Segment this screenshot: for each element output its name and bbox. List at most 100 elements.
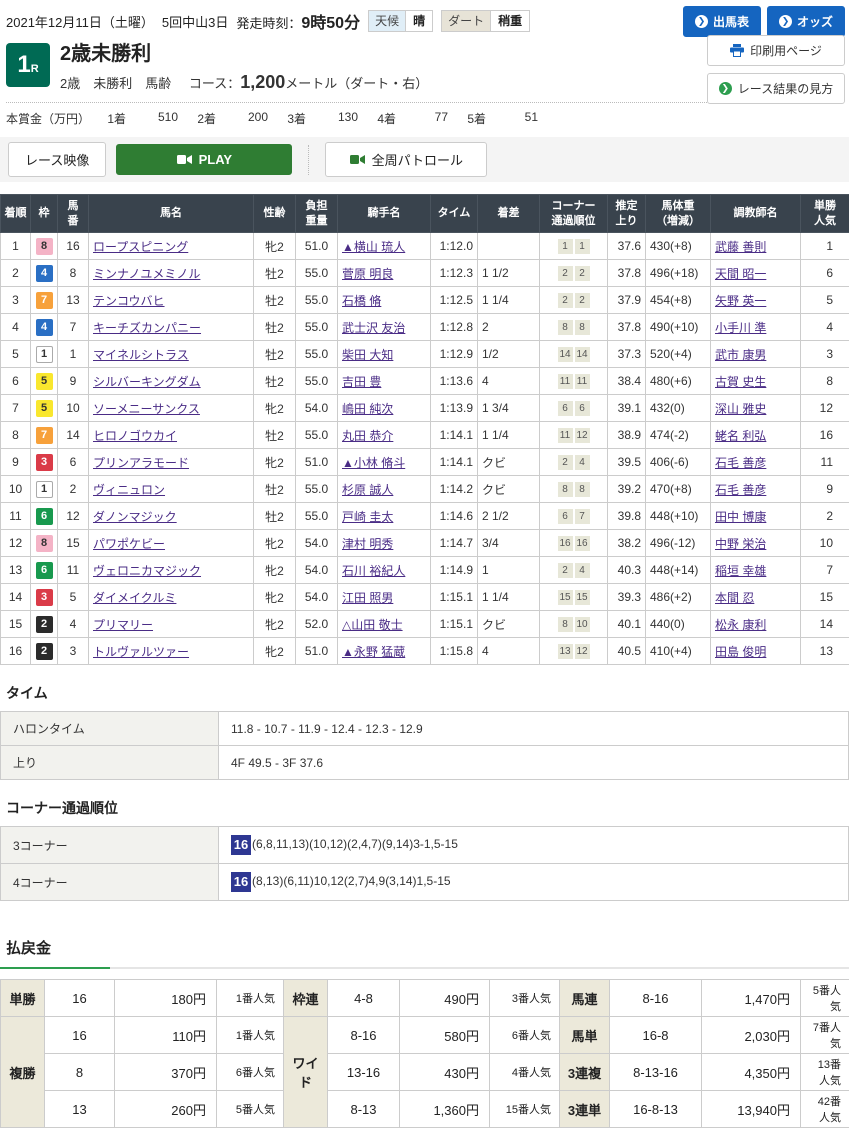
trainer-link[interactable]: 本間 忍 — [715, 591, 754, 605]
play-button[interactable]: PLAY — [116, 144, 292, 175]
finish-position: 2 — [1, 260, 31, 287]
jockey-link[interactable]: 戸崎 圭太 — [342, 510, 393, 524]
patrol-video-button[interactable]: 全周パトロール — [325, 142, 487, 177]
frame-number: 3 — [36, 454, 53, 471]
payout-table: 単勝16180円1番人気枠連4-8490円3番人気馬連8-161,470円5番人… — [0, 979, 849, 1128]
horse-name-link[interactable]: テンコウバヒ — [93, 294, 165, 308]
jockey-link[interactable]: △山田 敬士 — [342, 618, 403, 632]
result-row: 659シルバーキングダム牡255.0吉田 豊1:13.64111138.4480… — [1, 368, 849, 395]
horse-name-link[interactable]: ヴェロニカマジック — [93, 564, 201, 578]
horse-number: 2 — [58, 476, 89, 503]
horse-name-link[interactable]: プリマリー — [93, 618, 153, 632]
print-page-button[interactable]: 印刷用ページ — [707, 35, 845, 66]
corner-position: 2 — [558, 293, 573, 308]
column-header: 推定 上り — [608, 195, 646, 233]
horse-name-link[interactable]: ダノンマジック — [93, 510, 177, 524]
horse-name-link[interactable]: ダイメイクルミ — [93, 591, 176, 605]
camera-icon — [177, 154, 192, 165]
trainer-link[interactable]: 武市 康男 — [715, 348, 766, 362]
horse-name-link[interactable]: パワポケビー — [93, 537, 165, 551]
body-weight: 448(+14) — [646, 557, 711, 584]
finish-time: 1:14.1 — [431, 449, 478, 476]
last-3f: 37.8 — [608, 260, 646, 287]
frame-cell: 3 — [31, 449, 58, 476]
leader-horse-number: 16 — [231, 872, 251, 892]
horse-name-link[interactable]: ソーメニーサンクス — [93, 402, 200, 416]
jockey-link[interactable]: 石川 裕紀人 — [342, 564, 405, 578]
jockey-link[interactable]: 武士沢 友治 — [342, 321, 405, 335]
horse-name-link[interactable]: ロープスピニング — [93, 240, 188, 254]
corner-positions: 66 — [540, 395, 608, 422]
jockey-link[interactable]: 杉原 誠人 — [342, 483, 393, 497]
trainer-link[interactable]: 石毛 善彦 — [715, 483, 766, 497]
trainer-link[interactable]: 田中 博康 — [715, 510, 766, 524]
frame-number: 6 — [36, 508, 53, 525]
jockey-link[interactable]: 津村 明秀 — [342, 537, 393, 551]
trainer-link[interactable]: 田島 俊明 — [715, 645, 766, 659]
win-favorite: 10 — [801, 530, 849, 557]
horse-name-cell: テンコウバヒ — [89, 287, 254, 314]
trainer-link[interactable]: 武藤 善則 — [715, 240, 766, 254]
corner-order-text: (8,13)(6,11)10,12(2,7)4,9(3,14)1,5-15 — [252, 874, 451, 888]
course-distance: 1,200 — [240, 72, 285, 92]
time-row-label: 上り — [1, 746, 219, 780]
horse-name-link[interactable]: マイネルシトラス — [93, 348, 189, 362]
jockey-link[interactable]: 江田 照男 — [342, 591, 393, 605]
trainer-link[interactable]: 深山 雅史 — [715, 402, 766, 416]
time-body: ハロンタイム11.8 - 10.7 - 11.9 - 12.4 - 12.3 -… — [1, 712, 849, 780]
margin: クビ — [478, 449, 540, 476]
last-3f: 37.8 — [608, 314, 646, 341]
trainer-link[interactable]: 天間 昭一 — [715, 267, 766, 281]
jockey-link[interactable]: 丸田 恭介 — [342, 429, 393, 443]
trainer-link[interactable]: 石毛 善彦 — [715, 456, 766, 470]
corner-position: 11 — [558, 428, 573, 443]
trainer-link[interactable]: 松永 康利 — [715, 618, 766, 632]
finish-position: 6 — [1, 368, 31, 395]
jockey-link[interactable]: ▲小林 脩斗 — [342, 456, 405, 470]
margin: 1 1/4 — [478, 584, 540, 611]
result-guide-button[interactable]: ❯ レース結果の見方 — [707, 73, 845, 104]
payout-label: 枠連 — [284, 980, 328, 1017]
jockey-cell: 嶋田 純次 — [338, 395, 431, 422]
trainer-link[interactable]: 古賀 史生 — [715, 375, 766, 389]
jockey-link[interactable]: 菅原 明良 — [342, 267, 393, 281]
jockey-link[interactable]: 嶋田 純次 — [342, 402, 393, 416]
horse-name-cell: ヒロノゴウカイ — [89, 422, 254, 449]
horse-name-link[interactable]: ヒロノゴウカイ — [93, 429, 177, 443]
race-video-button[interactable]: レース映像 — [8, 142, 106, 177]
finish-position: 8 — [1, 422, 31, 449]
body-weight: 486(+2) — [646, 584, 711, 611]
horse-name-link[interactable]: キーチズカンパニー — [93, 321, 201, 335]
payout-num: 8-13-16 — [610, 1054, 702, 1091]
margin: 1 1/2 — [478, 260, 540, 287]
jockey-link[interactable]: ▲横山 琉人 — [342, 240, 405, 254]
corner-position: 8 — [575, 482, 590, 497]
prize-label: 本賞金（万円） — [6, 110, 88, 127]
race-number: 1 — [17, 51, 30, 79]
jockey-link[interactable]: 柴田 大知 — [342, 348, 393, 362]
trainer-link[interactable]: 稲垣 幸雄 — [715, 564, 766, 578]
trainer-link[interactable]: 矢野 英一 — [715, 294, 766, 308]
result-row: 447キーチズカンパニー牡255.0武士沢 友治1:12.828837.8490… — [1, 314, 849, 341]
jockey-link[interactable]: 吉田 豊 — [342, 375, 381, 389]
entries-button[interactable]: ❯ 出馬表 — [683, 6, 761, 37]
finish-position: 13 — [1, 557, 31, 584]
payout-row: 単勝16180円1番人気枠連4-8490円3番人気馬連8-161,470円5番人… — [1, 980, 849, 1017]
jockey-link[interactable]: 石橋 脩 — [342, 294, 381, 308]
trainer-link[interactable]: 蛯名 利弘 — [715, 429, 766, 443]
horse-name-link[interactable]: ヴィニュロン — [93, 483, 165, 497]
horse-name-link[interactable]: シルバーキングダム — [93, 375, 201, 389]
jockey-link[interactable]: ▲永野 猛蔵 — [342, 645, 405, 659]
odds-button[interactable]: ❯ オッズ — [767, 6, 845, 37]
horse-name-link[interactable]: ミンナノユメミノル — [93, 267, 200, 281]
corner-position: 4 — [575, 455, 590, 470]
divider — [308, 145, 309, 175]
horse-name-link[interactable]: プリンアラモード — [93, 456, 189, 470]
trainer-link[interactable]: 中野 栄治 — [715, 537, 766, 551]
win-favorite: 14 — [801, 611, 849, 638]
horse-number: 5 — [58, 584, 89, 611]
horse-name-link[interactable]: トルヴァルツァー — [93, 645, 189, 659]
time-row-value: 11.8 - 10.7 - 11.9 - 12.4 - 12.3 - 12.9 — [219, 712, 849, 746]
payout-label: 3連複 — [560, 1054, 610, 1091]
trainer-link[interactable]: 小手川 準 — [715, 321, 766, 335]
